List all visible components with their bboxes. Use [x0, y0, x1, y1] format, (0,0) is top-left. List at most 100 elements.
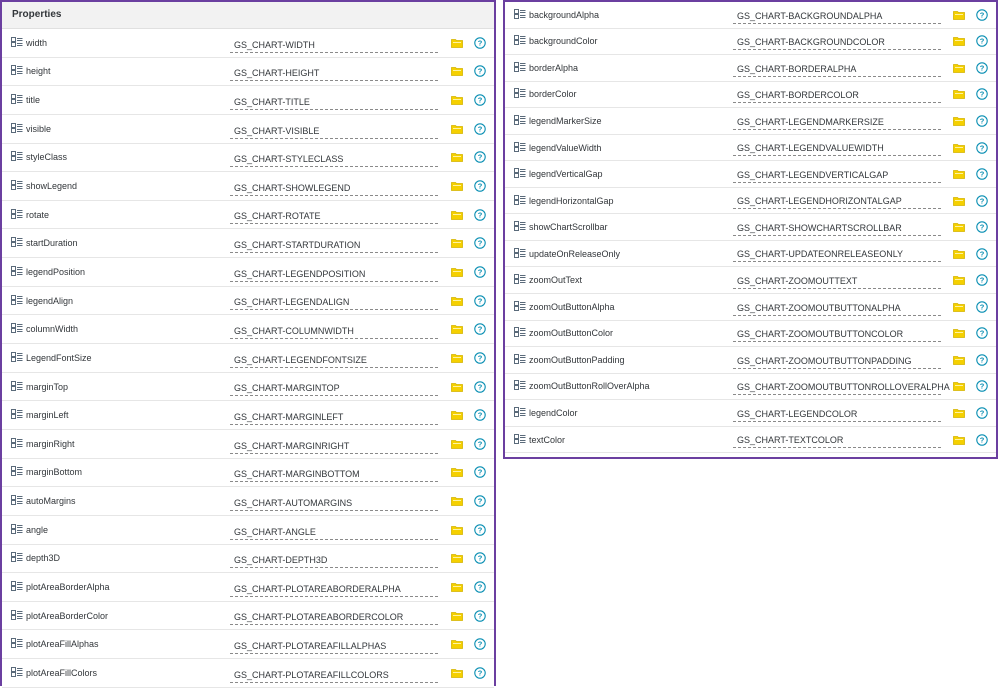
property-value-field[interactable]: GS_CHART-LEGENDPOSITION	[230, 263, 438, 282]
folder-icon[interactable]	[451, 152, 463, 163]
folder-icon[interactable]	[451, 668, 463, 678]
help-icon[interactable]: ?	[474, 495, 486, 507]
help-icon[interactable]: ?	[976, 407, 988, 419]
property-value-field[interactable]: GS_CHART-TEXTCOLOR	[733, 432, 941, 449]
help-icon[interactable]: ?	[976, 194, 988, 207]
property-value-field[interactable]: GS_CHART-WIDTH	[230, 34, 438, 53]
property-value-field[interactable]: GS_CHART-PLOTAREAFILLALPHAS	[230, 635, 438, 655]
property-value-field[interactable]: GS_CHART-STYLECLASS	[230, 149, 438, 168]
folder-icon[interactable]	[451, 38, 463, 48]
property-value-field[interactable]: GS_CHART-LEGENDALIGN	[230, 292, 438, 311]
folder-icon[interactable]	[953, 355, 965, 365]
folder-icon[interactable]	[451, 611, 463, 621]
folder-icon[interactable]	[953, 63, 965, 73]
property-value-field[interactable]: GS_CHART-SHOWCHARTSCROLLBAR	[733, 219, 941, 236]
property-value-field[interactable]: GS_CHART-ZOOMOUTBUTTONPADDING	[733, 352, 941, 369]
folder-icon[interactable]	[953, 196, 965, 206]
folder-icon[interactable]	[451, 639, 463, 650]
property-value-field[interactable]: GS_CHART-ZOOMOUTTEXT	[733, 272, 941, 290]
property-value-field[interactable]: GS_CHART-LEGENDVALUEWIDTH	[733, 140, 941, 157]
folder-icon[interactable]	[451, 210, 463, 220]
property-value-field[interactable]: GS_CHART-HEIGHT	[230, 63, 438, 82]
help-icon[interactable]: ?	[976, 221, 988, 233]
help-icon[interactable]: ?	[474, 294, 486, 307]
property-value-field[interactable]: GS_CHART-LEGENDFONTSIZE	[230, 349, 438, 368]
property-value-field[interactable]: GS_CHART-SHOWLEGEND	[230, 177, 438, 196]
help-icon[interactable]: ?	[976, 274, 988, 286]
folder-icon[interactable]	[953, 381, 965, 392]
property-value-field[interactable]: GS_CHART-LEGENDHORIZONTALGAP	[733, 193, 941, 210]
folder-icon[interactable]	[953, 143, 965, 153]
folder-icon[interactable]	[451, 95, 463, 105]
folder-icon[interactable]	[953, 328, 965, 339]
folder-icon[interactable]	[953, 408, 965, 418]
property-value-field[interactable]: GS_CHART-UPDATEONRELEASEONLY	[733, 246, 941, 263]
property-value-field[interactable]: GS_CHART-LEGENDMARKERSIZE	[733, 113, 941, 130]
folder-icon[interactable]	[451, 496, 463, 506]
property-value-field[interactable]: GS_CHART-AUTOMARGINS	[230, 492, 438, 511]
help-icon[interactable]: ?	[976, 168, 988, 180]
help-icon[interactable]: ?	[976, 247, 988, 260]
help-icon[interactable]: ?	[474, 208, 486, 221]
help-icon[interactable]: ?	[976, 380, 988, 393]
property-value-field[interactable]: GS_CHART-DEPTH3D	[230, 550, 438, 569]
folder-icon[interactable]	[451, 324, 463, 335]
property-value-field[interactable]: GS_CHART-BORDERALPHA	[733, 60, 941, 77]
folder-icon[interactable]	[953, 169, 965, 179]
folder-icon[interactable]	[953, 435, 965, 445]
help-icon[interactable]: ?	[976, 301, 988, 313]
help-icon[interactable]: ?	[474, 151, 486, 164]
property-value-field[interactable]: GS_CHART-BACKGROUNDCOLOR	[733, 34, 941, 51]
folder-icon[interactable]	[953, 222, 965, 233]
help-icon[interactable]: ?	[474, 237, 486, 250]
help-icon[interactable]: ?	[474, 581, 486, 593]
folder-icon[interactable]	[451, 124, 463, 134]
property-value-field[interactable]: GS_CHART-PLOTAREABORDERALPHA	[230, 578, 438, 597]
help-icon[interactable]: ?	[474, 94, 486, 106]
folder-icon[interactable]	[451, 467, 463, 478]
help-icon[interactable]: ?	[976, 141, 988, 154]
help-icon[interactable]: ?	[474, 65, 486, 78]
property-value-field[interactable]: GS_CHART-STARTDURATION	[230, 234, 438, 254]
property-value-field[interactable]: GS_CHART-BACKGROUNDALPHA	[733, 7, 941, 24]
folder-icon[interactable]	[451, 238, 463, 249]
folder-icon[interactable]	[953, 36, 965, 47]
property-value-field[interactable]: GS_CHART-ZOOMOUTBUTTONCOLOR	[733, 326, 941, 343]
property-value-field[interactable]: GS_CHART-MARGINBOTTOM	[230, 464, 438, 483]
help-icon[interactable]: ?	[474, 323, 486, 335]
property-value-field[interactable]: GS_CHART-PLOTAREABORDERCOLOR	[230, 607, 438, 626]
property-value-field[interactable]: GS_CHART-LEGENDCOLOR	[733, 405, 941, 422]
folder-icon[interactable]	[953, 302, 965, 312]
folder-icon[interactable]	[451, 296, 463, 306]
folder-icon[interactable]	[451, 525, 463, 535]
help-icon[interactable]: ?	[474, 266, 486, 278]
help-icon[interactable]: ?	[976, 35, 988, 48]
property-value-field[interactable]: GS_CHART-BORDERCOLOR	[733, 87, 941, 104]
folder-icon[interactable]	[953, 275, 965, 286]
property-value-field[interactable]: GS_CHART-ANGLE	[230, 521, 438, 540]
property-value-field[interactable]: GS_CHART-MARGINTOP	[230, 378, 438, 397]
property-value-field[interactable]: GS_CHART-MARGINLEFT	[230, 406, 438, 425]
folder-icon[interactable]	[451, 267, 463, 277]
help-icon[interactable]: ?	[474, 667, 486, 679]
folder-icon[interactable]	[953, 249, 965, 259]
property-value-field[interactable]: GS_CHART-LEGENDVERTICALGAP	[733, 166, 941, 183]
help-icon[interactable]: ?	[976, 354, 988, 366]
help-icon[interactable]: ?	[976, 115, 988, 127]
help-icon[interactable]: ?	[976, 433, 988, 446]
property-value-field[interactable]: GS_CHART-MARGINRIGHT	[230, 435, 438, 454]
help-icon[interactable]: ?	[976, 9, 988, 21]
help-icon[interactable]: ?	[474, 523, 486, 536]
help-icon[interactable]: ?	[976, 88, 988, 101]
property-value-field[interactable]: GS_CHART-TITLE	[230, 91, 438, 110]
help-icon[interactable]: ?	[474, 552, 486, 565]
folder-icon[interactable]	[953, 89, 965, 100]
help-icon[interactable]: ?	[474, 466, 486, 479]
help-icon[interactable]: ?	[474, 37, 486, 49]
help-icon[interactable]: ?	[976, 327, 988, 340]
help-icon[interactable]: ?	[474, 352, 486, 364]
help-icon[interactable]: ?	[474, 122, 486, 135]
help-icon[interactable]: ?	[474, 380, 486, 393]
folder-icon[interactable]	[451, 553, 463, 564]
folder-icon[interactable]	[451, 382, 463, 392]
